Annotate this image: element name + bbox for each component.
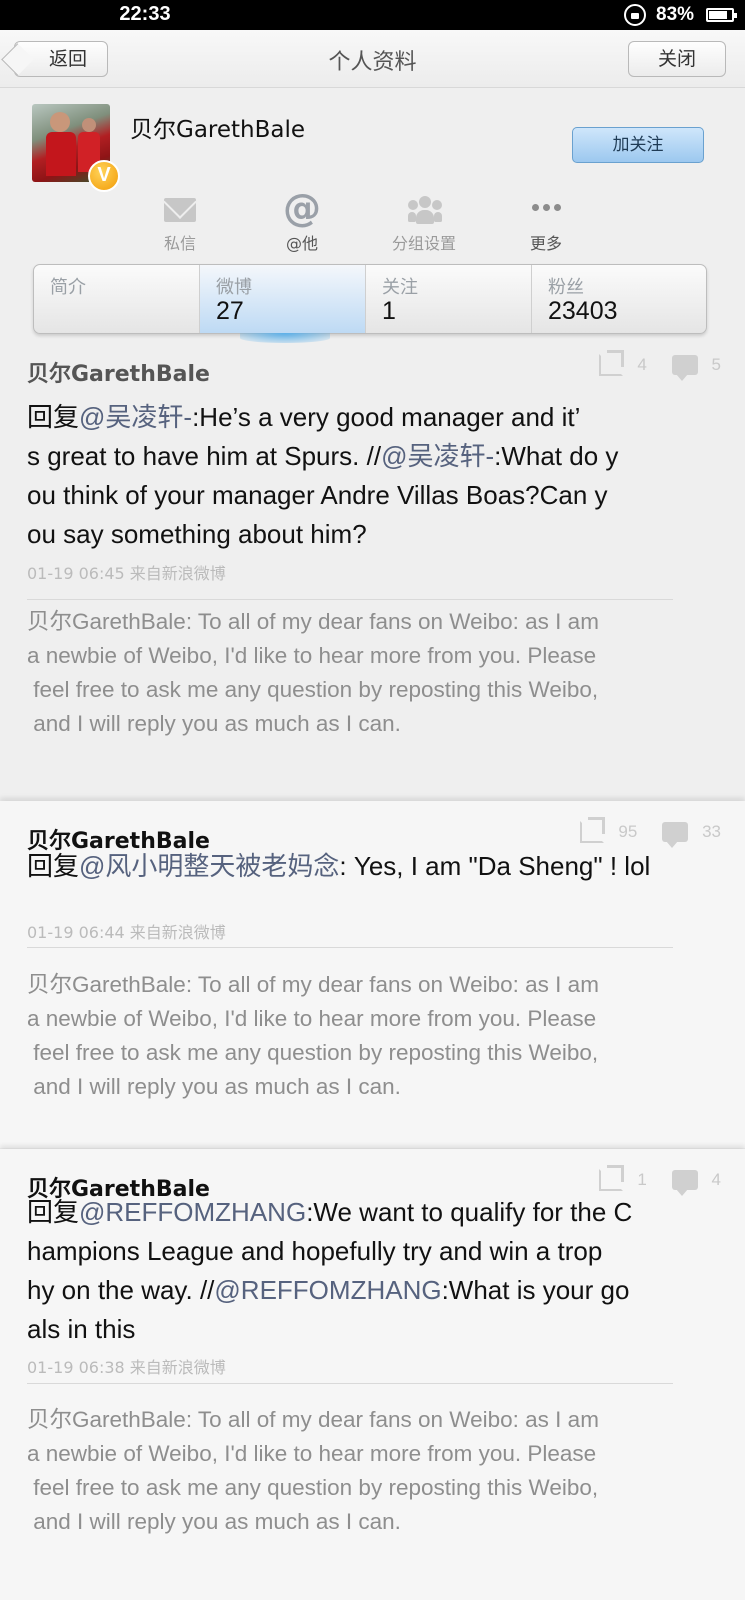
repost-icon[interactable] bbox=[599, 1169, 624, 1191]
profile-actions: 私信 @ @他 分组设置 更多 bbox=[0, 186, 745, 260]
divider bbox=[27, 1383, 673, 1384]
stat-label: 微博 bbox=[216, 277, 252, 298]
repost-icon[interactable] bbox=[599, 354, 624, 376]
at-icon: @ bbox=[283, 186, 321, 230]
post-line: s great to have him at Spurs. //@吴凌轩-:Wh… bbox=[27, 441, 619, 471]
more-icon bbox=[491, 196, 601, 215]
mention-link[interactable]: @吴凌轩- bbox=[79, 402, 192, 432]
follow-button[interactable]: 加关注 bbox=[572, 127, 704, 163]
group-icon bbox=[408, 196, 442, 224]
post-line: 回复@吴凌轩-:He’s a very good manager and it’ bbox=[27, 402, 581, 432]
original-post[interactable]: 贝尔GarethBale: To all of my dear fans on … bbox=[27, 968, 717, 1104]
mail-icon bbox=[164, 198, 196, 222]
clock: 22:33 bbox=[119, 3, 171, 25]
action-label: 分组设置 bbox=[391, 234, 456, 253]
post-item[interactable]: 贝尔GarethBale 95 33 回复@风小明整天被老妈念: Yes, I … bbox=[0, 801, 745, 1148]
comment-icon[interactable] bbox=[662, 822, 689, 848]
original-post[interactable]: 贝尔GarethBale: To all of my dear fans on … bbox=[27, 605, 717, 741]
nav-bar: 返回 个人资料 关闭 bbox=[0, 30, 745, 88]
battery-icon bbox=[706, 8, 737, 22]
post-item[interactable]: 贝尔GarethBale 4 5 回复@吴凌轩-:He’s a very goo… bbox=[0, 344, 745, 800]
action-label: @他 bbox=[285, 234, 318, 253]
repost-count: 4 bbox=[637, 355, 647, 374]
action-label: 私信 bbox=[163, 234, 196, 253]
post-body: 回复@风小明整天被老妈念: Yes, I am "Da Sheng" ! lol bbox=[27, 847, 717, 886]
close-button[interactable]: 关闭 bbox=[628, 41, 726, 77]
active-tab-indicator bbox=[240, 333, 330, 343]
post-meta: 01-19 06:38 来自新浪微博 bbox=[27, 1358, 226, 1377]
profile-stats-bar: 简介 微博 27 关注 1 粉丝 23403 bbox=[33, 264, 707, 334]
status-bar: 22:33 83% bbox=[0, 0, 745, 30]
stat-label: 粉丝 bbox=[548, 277, 584, 298]
original-post[interactable]: 贝尔GarethBale: To all of my dear fans on … bbox=[27, 1403, 717, 1539]
battery-fill bbox=[709, 11, 727, 19]
action-more[interactable]: 更多 bbox=[491, 190, 601, 254]
mention-link[interactable]: @风小明整天被老妈念 bbox=[79, 851, 339, 881]
post-body: 回复@REFFOMZHANG:We want to qualify for th… bbox=[27, 1193, 717, 1349]
avatar-photo-part bbox=[82, 118, 96, 132]
divider bbox=[27, 599, 673, 600]
post-line: 回复@REFFOMZHANG:We want to qualify for th… bbox=[27, 1197, 633, 1227]
post-meta: 01-19 06:45 来自新浪微博 bbox=[27, 564, 226, 583]
action-mention[interactable]: @ @他 bbox=[247, 186, 357, 254]
post-line: 回复@风小明整天被老妈念: Yes, I am "Da Sheng" ! lol bbox=[27, 851, 651, 881]
action-label: 更多 bbox=[529, 234, 562, 253]
post-line: ou say something about him? bbox=[27, 519, 367, 549]
avatar-photo-part bbox=[46, 132, 76, 176]
post-item[interactable]: 贝尔GarethBale 1 4 回复@REFFOMZHANG:We want … bbox=[0, 1149, 745, 1600]
stat-label: 简介 bbox=[50, 277, 86, 298]
repost-icon[interactable] bbox=[580, 821, 605, 843]
post-author: 贝尔GarethBale bbox=[27, 362, 210, 387]
mention-link[interactable]: @REFFOMZHANG bbox=[79, 1197, 306, 1227]
stat-value: 23403 bbox=[548, 297, 618, 325]
profile-name: 贝尔GarethBale bbox=[130, 117, 306, 143]
avatar-photo-part bbox=[50, 112, 70, 132]
verified-badge-icon: V bbox=[88, 160, 120, 192]
tab-following[interactable]: 关注 1 bbox=[366, 265, 532, 333]
post-line: als in this bbox=[27, 1314, 136, 1344]
tab-weibo[interactable]: 微博 27 bbox=[200, 265, 366, 333]
action-message[interactable]: 私信 bbox=[125, 190, 235, 254]
repost-count: 1 bbox=[637, 1170, 647, 1189]
post-line: ou think of your manager Andre Villas Bo… bbox=[27, 480, 608, 510]
comment-count: 5 bbox=[711, 355, 721, 374]
battery-percent: 83% bbox=[656, 4, 695, 25]
stat-value: 27 bbox=[216, 297, 244, 325]
tab-intro[interactable]: 简介 bbox=[34, 265, 200, 333]
comment-icon[interactable] bbox=[671, 1170, 698, 1196]
mention-link[interactable]: @吴凌轩- bbox=[381, 441, 494, 471]
repost-count: 95 bbox=[618, 822, 638, 841]
stat-label: 关注 bbox=[382, 277, 418, 298]
stat-value: 1 bbox=[382, 297, 396, 325]
comment-icon[interactable] bbox=[671, 355, 698, 381]
mention-link[interactable]: @REFFOMZHANG bbox=[214, 1275, 441, 1305]
comment-count: 33 bbox=[702, 822, 721, 841]
post-body: 回复@吴凌轩-:He’s a very good manager and it’… bbox=[27, 398, 717, 554]
rotation-lock-icon bbox=[624, 4, 646, 26]
tab-followers[interactable]: 粉丝 23403 bbox=[532, 265, 706, 333]
post-line: hampions League and hopefully try and wi… bbox=[27, 1236, 603, 1266]
comment-count: 4 bbox=[711, 1170, 721, 1189]
divider bbox=[27, 947, 673, 948]
post-counts: 4 5 bbox=[599, 354, 721, 384]
post-meta: 01-19 06:44 来自新浪微博 bbox=[27, 923, 226, 942]
post-line: hy on the way. //@REFFOMZHANG:What is yo… bbox=[27, 1275, 630, 1305]
action-group-settings[interactable]: 分组设置 bbox=[369, 190, 479, 254]
